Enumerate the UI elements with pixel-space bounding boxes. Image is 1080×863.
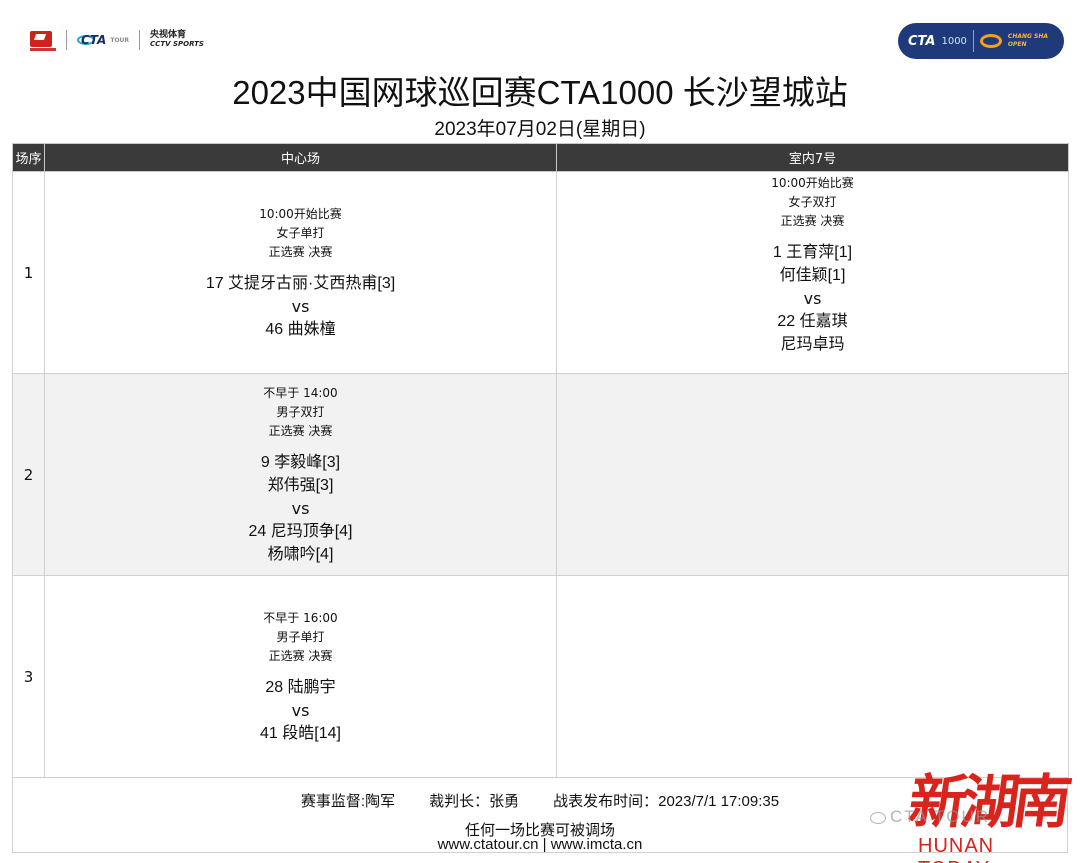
match-time: 10:00开始比赛 (259, 206, 342, 221)
publish-time: 战表发布时间：2023/7/1 17:09:35 (553, 793, 780, 810)
vs-label: vs (291, 296, 310, 316)
wechat-watermark: CTA TOUR (870, 807, 990, 827)
changsha-open-ring-icon (979, 34, 1002, 48)
header-center-court: 中心场 (44, 143, 557, 172)
hunan-today-text: HUNAN TODAY (918, 835, 995, 863)
match-round: 正选赛 决赛 (268, 423, 333, 438)
supervisor: 赛事监督:陶军 (300, 793, 396, 810)
vs-label: vs (291, 700, 310, 720)
logo-divider (139, 30, 141, 50)
match-round: 正选赛 决赛 (268, 244, 333, 259)
china-tennis-association-logo (30, 29, 56, 51)
empty-match-cell (556, 373, 1069, 576)
referee: 裁判长：张勇 (429, 793, 520, 810)
header-order: 场序 (12, 143, 45, 172)
cctv-sports-logo: 央视体育 CCTV SPORTS (150, 30, 204, 49)
match-order: 2 (12, 373, 45, 576)
player-name: 24 尼玛顶争[4] (248, 522, 353, 540)
player-name: 22 任嘉琪 (777, 312, 848, 330)
match-order: 1 (12, 171, 45, 374)
vs-label: vs (291, 498, 310, 518)
match-event: 女子双打 (788, 194, 837, 209)
cta-tour-logo: CTA TOUR (77, 33, 129, 47)
page-title: 2023中国网球巡回赛CTA1000 长沙望城站 (232, 74, 848, 111)
page-date: 2023年07月02日(星期日) (434, 119, 646, 140)
table-row: 3 不早于 16:00 男子单打 正选赛 决赛 28 陆鹏宇 vs 41 段皓[… (12, 575, 1069, 778)
wechat-icon (870, 811, 886, 824)
match-round: 正选赛 决赛 (780, 213, 845, 228)
cta1000-changsha-open-logo: CTA 1000 CHANG SHA OPEN (898, 23, 1064, 59)
player-name: 9 李毅峰[3] (260, 453, 341, 471)
order-of-play-table: 场序 中心场 室内7号 1 10:00开始比赛 女子单打 正选赛 决赛 17 艾… (12, 143, 1069, 778)
match-time: 10:00开始比赛 (771, 175, 854, 190)
player-name: 杨啸吟[4] (267, 545, 334, 563)
match-order: 3 (12, 575, 45, 778)
table-header-row: 场序 中心场 室内7号 (12, 143, 1069, 172)
player-name: 41 段皓[14] (260, 724, 341, 742)
player-name: 何佳颖[1] (779, 266, 846, 284)
match-event: 男子单打 (276, 629, 325, 644)
table-row: 2 不早于 14:00 男子双打 正选赛 决赛 9 李毅峰[3] 郑伟强[3] … (12, 373, 1069, 576)
sponsor-logos: CTA TOUR 央视体育 CCTV SPORTS (30, 28, 204, 52)
vs-label: vs (803, 288, 822, 308)
watermark: 新湖南 CTA TOUR HUNAN TODAY (870, 755, 1070, 863)
match-cell: 10:00开始比赛 女子单打 正选赛 决赛 17 艾提牙古丽·艾西热甫[3] v… (44, 171, 557, 374)
player-name: 46 曲姝橦 (265, 320, 336, 338)
table-row: 1 10:00开始比赛 女子单打 正选赛 决赛 17 艾提牙古丽·艾西热甫[3]… (12, 171, 1069, 374)
match-time: 不早于 14:00 (263, 385, 338, 400)
match-round: 正选赛 决赛 (268, 648, 333, 663)
empty-match-cell (556, 575, 1069, 778)
match-time: 不早于 16:00 (263, 610, 338, 625)
match-cell: 不早于 14:00 男子双打 正选赛 决赛 9 李毅峰[3] 郑伟强[3] vs… (44, 373, 557, 576)
match-cell: 10:00开始比赛 女子双打 正选赛 决赛 1 王育萍[1] 何佳颖[1] vs… (556, 171, 1069, 374)
player-name: 28 陆鹏宇 (265, 678, 336, 696)
player-name: 尼玛卓玛 (780, 335, 845, 353)
match-event: 男子双打 (276, 404, 325, 419)
player-name: 1 王育萍[1] (772, 243, 853, 261)
match-cell: 不早于 16:00 男子单打 正选赛 决赛 28 陆鹏宇 vs 41 段皓[14… (44, 575, 557, 778)
player-name: 17 艾提牙古丽·艾西热甫[3] (205, 274, 396, 292)
match-event: 女子单打 (276, 225, 325, 240)
player-name: 郑伟强[3] (267, 476, 334, 494)
logo-divider (66, 30, 67, 50)
header-indoor-7: 室内7号 (556, 143, 1069, 172)
